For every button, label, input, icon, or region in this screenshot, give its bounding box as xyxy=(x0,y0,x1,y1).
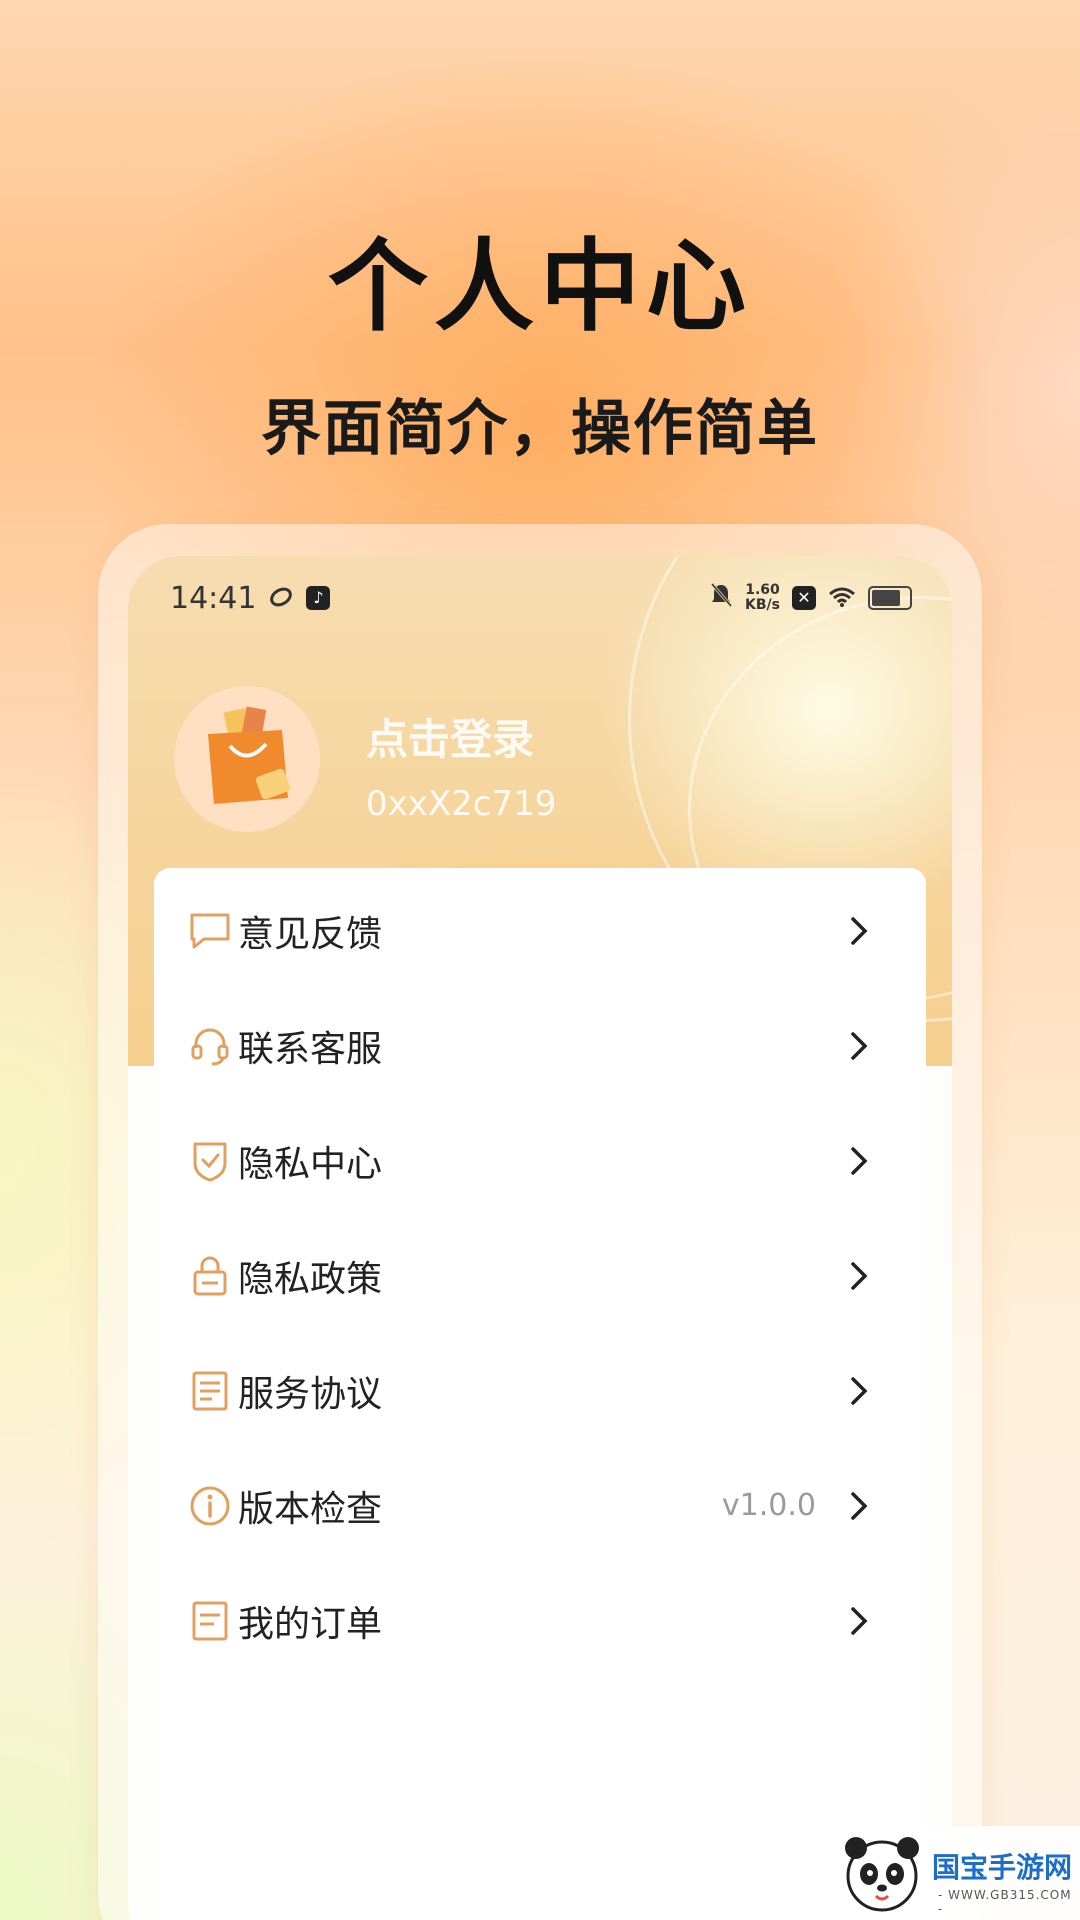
version-value: v1.0.0 xyxy=(721,1488,816,1523)
menu-item-label: 服务协议 xyxy=(238,1373,383,1415)
status-time: 14:41 xyxy=(170,580,257,616)
headset-icon xyxy=(188,1024,232,1068)
menu-item-version-check[interactable]: 版本检查 v1.0.0 xyxy=(154,1448,926,1563)
menu-item-privacy-center[interactable]: 隐私中心 xyxy=(154,1103,926,1218)
watermark-site: - WWW.GB315.COM - xyxy=(938,1888,1072,1916)
chevron-right-icon xyxy=(844,1601,874,1641)
order-list-icon xyxy=(188,1599,232,1643)
document-lines-icon xyxy=(188,1369,232,1413)
network-speed-value: 1.60 xyxy=(745,582,780,598)
tiktok-icon: ♪ xyxy=(306,586,331,610)
menu-item-label: 版本检查 xyxy=(238,1488,383,1530)
login-link[interactable]: 点击登录 xyxy=(366,706,534,767)
network-speed: 1.60 KB/s xyxy=(745,583,780,613)
lock-icon xyxy=(188,1254,232,1298)
chevron-right-icon xyxy=(844,1141,874,1181)
phone-screen: 14:41 ♪ 1.60 KB/s ✕ 点击登录 0xxX2c719 意见反馈 … xyxy=(128,556,952,1920)
menu-item-label: 隐私中心 xyxy=(238,1143,383,1185)
user-id: 0xxX2c719 xyxy=(366,784,557,824)
network-speed-unit: KB/s xyxy=(745,597,780,613)
promo-headline: 个人中心 xyxy=(328,228,752,345)
loop-icon xyxy=(268,581,294,616)
chevron-right-icon xyxy=(844,1026,874,1066)
chevron-right-icon xyxy=(844,1371,874,1411)
info-icon xyxy=(188,1484,232,1528)
bell-mute-icon xyxy=(709,581,733,616)
chevron-right-icon xyxy=(844,911,874,951)
close-box-icon: ✕ xyxy=(792,586,816,610)
chevron-right-icon xyxy=(844,1256,874,1296)
shopping-bag-icon xyxy=(174,706,320,836)
menu-item-label: 联系客服 xyxy=(238,1028,383,1070)
chat-bubble-icon xyxy=(188,909,232,953)
menu-item-service-agreement[interactable]: 服务协议 xyxy=(154,1333,926,1448)
promo-subheadline: 界面简介，操作简单 xyxy=(261,394,819,464)
shield-check-icon xyxy=(188,1139,232,1183)
menu-item-label: 我的订单 xyxy=(238,1603,383,1645)
menu-item-label: 隐私政策 xyxy=(238,1258,383,1300)
watermark-brand: 国宝手游网 xyxy=(932,1851,1073,1884)
menu-item-customer-service[interactable]: 联系客服 xyxy=(154,988,926,1103)
wifi-icon xyxy=(828,581,856,616)
menu-item-privacy-policy[interactable]: 隐私政策 xyxy=(154,1218,926,1333)
status-bar: 14:41 ♪ 1.60 KB/s ✕ xyxy=(170,578,912,618)
promo-page: 个人中心 界面简介，操作简单 14:41 ♪ 1.60 KB/s ✕ 点击登录 … xyxy=(0,0,1080,1920)
menu-card: 意见反馈 联系客服 隐私中心 隐私政策 服务协议 版本检查 v1.0.0 我的订… xyxy=(154,868,926,1920)
menu-item-feedback[interactable]: 意见反馈 xyxy=(154,873,926,988)
battery-icon xyxy=(868,586,912,610)
menu-item-label: 意见反馈 xyxy=(238,913,383,955)
menu-item-my-orders[interactable]: 我的订单 xyxy=(154,1563,926,1678)
chevron-right-icon xyxy=(844,1486,874,1526)
site-watermark: 国宝手游网 - WWW.GB315.COM - xyxy=(828,1826,1080,1920)
avatar[interactable] xyxy=(174,686,320,832)
